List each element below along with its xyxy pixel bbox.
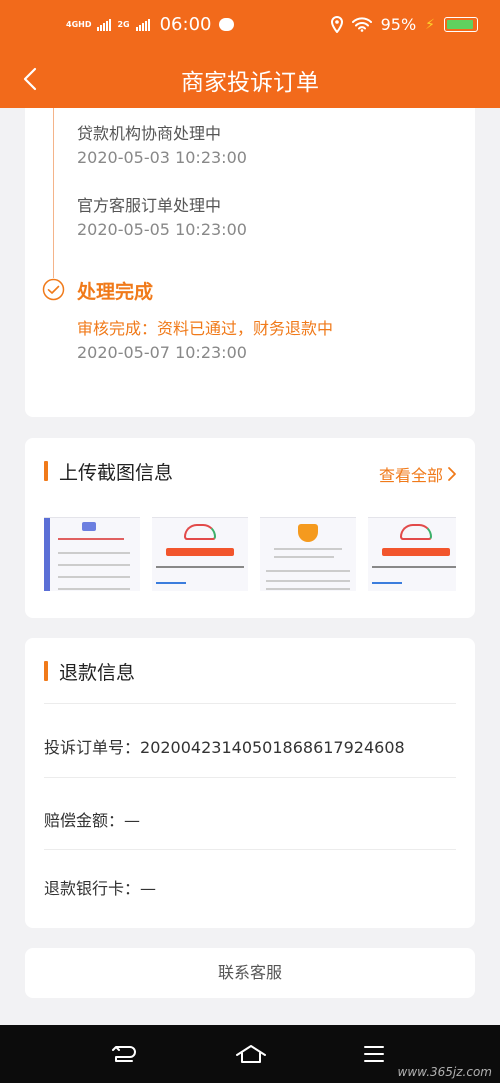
home-nav-icon[interactable] xyxy=(234,1043,268,1065)
divider xyxy=(44,777,456,778)
divider xyxy=(44,703,456,704)
timeline-line xyxy=(53,108,54,278)
clock: 06:00 xyxy=(159,14,212,35)
signal-icon-2 xyxy=(135,18,150,31)
header-bar: 4GHD 2G 06:00 95% ⚡ 商家投诉订单 xyxy=(0,0,500,108)
signal-icon xyxy=(97,18,112,31)
network-2g-label: 2G xyxy=(117,20,130,29)
bank-card-label: 退款银行卡： xyxy=(44,879,141,898)
network-4g-label: 4GHD xyxy=(66,20,92,29)
refund-info-card: 退款信息 投诉订单号：20200423140501868617924608 赔偿… xyxy=(25,638,475,928)
compensation-value: — xyxy=(124,811,141,830)
system-nav-bar: www.365jz.com xyxy=(0,1025,500,1083)
progress-timeline-card: 贷款机构协商处理中 2020-05-03 10:23:00 官方客服订单处理中 … xyxy=(25,108,475,417)
screenshot-thumbnails xyxy=(44,517,456,591)
refund-row-compensation: 赔偿金额：— xyxy=(44,807,456,831)
bank-card-value: — xyxy=(140,879,157,898)
timeline-final-title: 处理完成 xyxy=(77,281,154,303)
battery-icon xyxy=(444,17,478,32)
refund-row-order-id: 投诉订单号：20200423140501868617924608 xyxy=(44,734,456,758)
timeline-step-time: 2020-05-03 10:23:00 xyxy=(77,148,247,167)
order-id-label: 投诉订单号： xyxy=(44,738,141,757)
section-accent-bar xyxy=(44,661,48,681)
screenshots-title: 上传截图信息 xyxy=(59,462,174,484)
screenshot-thumbnail[interactable] xyxy=(260,517,356,591)
refund-row-bank-card: 退款银行卡：— xyxy=(44,875,456,899)
contact-service-button[interactable]: 联系客服 xyxy=(25,948,475,998)
chevron-right-icon xyxy=(448,467,456,481)
divider xyxy=(44,849,456,850)
menu-nav-icon[interactable] xyxy=(362,1043,386,1065)
watermark: www.365jz.com xyxy=(397,1065,492,1079)
screenshot-thumbnail[interactable] xyxy=(44,517,140,591)
timeline-final-time: 2020-05-07 10:23:00 xyxy=(77,343,247,362)
message-icon xyxy=(219,18,235,31)
view-all-label: 查看全部 xyxy=(378,466,443,485)
charging-icon: ⚡ xyxy=(425,16,435,33)
timeline-final-detail: 审核完成：资料已通过，财务退款中 xyxy=(77,319,334,338)
battery-percent: 95% xyxy=(380,15,417,34)
timeline-step-time: 2020-05-05 10:23:00 xyxy=(77,220,247,239)
check-circle-icon xyxy=(42,278,65,301)
battery-fill xyxy=(447,20,473,29)
page-title: 商家投诉订单 xyxy=(181,70,319,96)
nav-bar: 商家投诉订单 xyxy=(0,55,500,108)
compensation-label: 赔偿金额： xyxy=(44,811,125,830)
contact-service-label: 联系客服 xyxy=(217,963,282,982)
refund-title: 退款信息 xyxy=(59,662,136,684)
screenshots-card: 上传截图信息 查看全部 xyxy=(25,438,475,618)
status-bar: 4GHD 2G 06:00 95% ⚡ xyxy=(0,0,500,55)
timeline-step-title: 官方客服订单处理中 xyxy=(77,196,222,215)
timeline-step-title: 贷款机构协商处理中 xyxy=(77,124,222,143)
wifi-icon xyxy=(351,17,372,32)
screenshot-thumbnail[interactable] xyxy=(368,517,456,591)
location-icon xyxy=(330,16,343,33)
back-nav-icon[interactable] xyxy=(110,1043,138,1065)
order-id-value: 20200423140501868617924608 xyxy=(140,738,405,757)
section-accent-bar xyxy=(44,461,48,481)
screenshot-thumbnail[interactable] xyxy=(152,517,248,591)
view-all-link[interactable]: 查看全部 xyxy=(379,462,457,486)
